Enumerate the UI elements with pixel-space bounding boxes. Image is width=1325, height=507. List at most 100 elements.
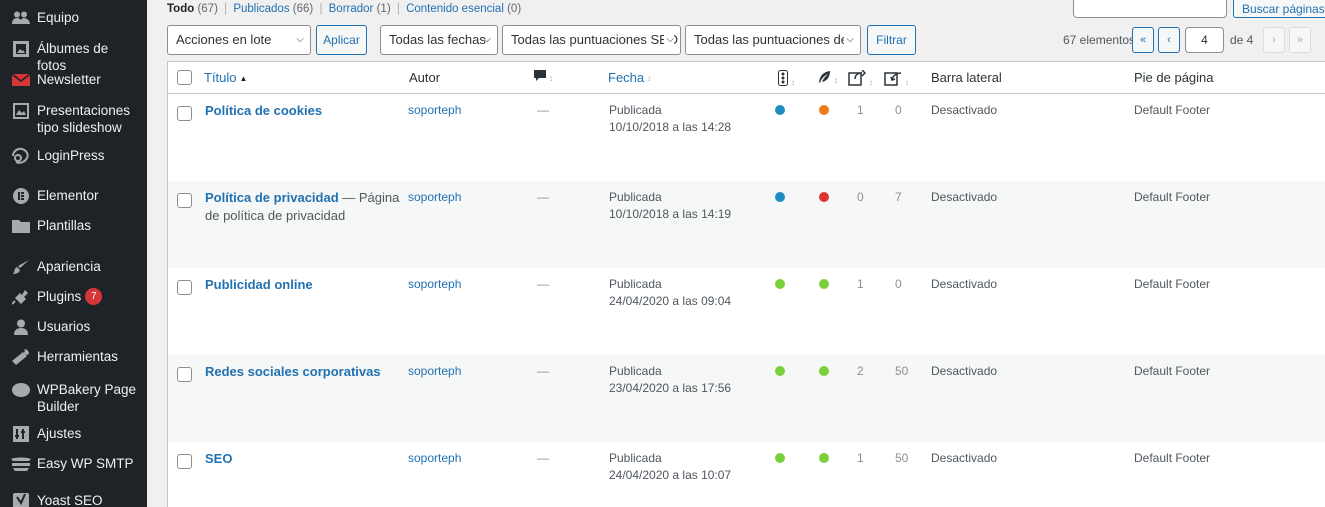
select-all-checkbox[interactable] [177, 70, 192, 85]
filter-draft[interactable]: Borrador (1) [329, 3, 391, 15]
sidebar-item-label: Apariencia [37, 259, 101, 274]
chevron-down-icon: ⌵ [664, 26, 674, 54]
row-author[interactable]: soporteph [408, 450, 461, 467]
row-date: Publicada 23/04/2020 a las 17:56 [609, 364, 732, 395]
row-sidebar: Desactivado [931, 451, 998, 465]
table-row: Política de privacidad — Página de polít… [168, 181, 1325, 268]
row-comments: — [537, 190, 549, 204]
filter-button[interactable]: Filtrar [867, 25, 916, 55]
sidebar-item-wpbakery[interactable]: WPBakery Page Builder [0, 381, 147, 415]
column-comments[interactable]: ↕ [534, 70, 553, 85]
row-outgoing-links: 0 [857, 190, 864, 204]
row-date: Publicada 10/10/2018 a las 14:28 [609, 103, 732, 134]
search-pages-button[interactable]: Buscar páginas [1233, 0, 1325, 18]
yoast-icon [11, 492, 31, 507]
row-checkbox[interactable] [177, 106, 192, 121]
row-checkbox[interactable] [177, 280, 192, 295]
comment-bubble-icon [534, 70, 546, 81]
prev-page-button[interactable]: ‹ [1158, 27, 1180, 53]
filter-all[interactable]: Todo (67) [167, 3, 218, 15]
row-title[interactable]: Política de privacidad — Página de polít… [205, 189, 400, 225]
bulk-actions-select[interactable]: Acciones en lote ⌵ [167, 25, 311, 55]
row-title[interactable]: Publicidad online [205, 276, 400, 294]
row-footer: Default Footer [1134, 103, 1211, 117]
photo-albums-icon [11, 40, 31, 58]
chevron-down-icon: ⌵ [483, 34, 491, 45]
cloud-icon [11, 381, 31, 399]
row-title[interactable]: Política de cookies [205, 102, 400, 120]
column-incoming-links[interactable]: ↕ [884, 70, 909, 89]
sidebar-item-elementor[interactable]: Elementor [0, 187, 147, 205]
column-outgoing-links[interactable]: ↕ [848, 69, 873, 89]
row-checkbox[interactable] [177, 454, 192, 469]
sidebar-item-herramientas[interactable]: Herramientas [0, 348, 147, 366]
row-incoming-links: 50 [895, 364, 909, 378]
sidebar-item-ajustes[interactable]: Ajustes [0, 425, 147, 443]
current-page-input[interactable]: 4 [1185, 27, 1224, 53]
dates-filter-select[interactable]: Todas las fechas ⌵ [380, 25, 498, 55]
sidebar-item-yoast[interactable]: Yoast SEO [0, 492, 147, 507]
row-title[interactable]: Redes sociales corporativas [205, 363, 400, 381]
row-author[interactable]: soporteph [408, 102, 461, 119]
seo-score-dot [775, 453, 785, 463]
team-icon [11, 9, 31, 27]
sidebar-item-plugins[interactable]: Plugins 7 [0, 288, 147, 306]
sidebar-item-label: Usuarios [37, 319, 91, 334]
sidebar-item-apariencia[interactable]: Apariencia [0, 258, 147, 276]
seo-score-filter-select[interactable]: Todas las puntuaciones SEO ⌵ [502, 25, 681, 55]
row-comments: — [537, 277, 549, 291]
row-incoming-links: 50 [895, 451, 909, 465]
row-incoming-links: 0 [895, 103, 902, 117]
row-outgoing-links: 2 [857, 364, 864, 378]
row-footer: Default Footer [1134, 451, 1211, 465]
readability-score-dot [819, 366, 829, 376]
readability-filter-select[interactable]: Todas las puntuaciones de ⌵ [685, 25, 861, 55]
sidebar-item-label: Equipo [37, 10, 80, 25]
sidebar-item-label: Yoast SEO [37, 493, 103, 507]
row-sidebar: Desactivado [931, 277, 998, 291]
row-checkbox[interactable] [177, 193, 192, 208]
row-footer: Default Footer [1134, 277, 1211, 291]
row-title[interactable]: SEO [205, 450, 400, 468]
row-date: Publicada 24/04/2020 a las 10:07 [609, 451, 732, 482]
items-count: 67 elementos [1063, 33, 1136, 47]
status-filter-links: Todo (67) | Publicados (66) | Borrador (… [167, 3, 522, 15]
column-readability[interactable]: ↕ [817, 70, 838, 87]
folder-icon [11, 217, 31, 235]
column-author: Autor [409, 70, 441, 85]
sidebar-item-loginpress[interactable]: LoginPress [0, 147, 147, 165]
sidebar-item-presentaciones[interactable]: Presentaciones tipo slideshow [0, 102, 147, 136]
feather-icon [819, 71, 830, 83]
column-seo-score[interactable]: ↕ [778, 70, 795, 89]
column-title[interactable]: Título ▲ [204, 70, 247, 85]
sort-icon: ↕ [869, 78, 873, 87]
column-date[interactable]: Fecha ↕ [608, 70, 651, 85]
sidebar-item-label: Álbumes de fotos [37, 41, 109, 73]
next-page-button: › [1263, 27, 1285, 53]
sidebar-item-usuarios[interactable]: Usuarios [0, 318, 147, 336]
sidebar-item-easy-wp-smtp[interactable]: Easy WP SMTP [0, 455, 147, 473]
filter-published[interactable]: Publicados (66) [233, 3, 313, 15]
wrench-icon [11, 348, 31, 366]
apply-button[interactable]: Aplicar [316, 25, 367, 55]
sidebar-item-equipo[interactable]: Equipo [0, 9, 147, 27]
sort-icon: ▲ [239, 74, 248, 83]
sidebar-item-albumes[interactable]: Álbumes de fotos [0, 40, 147, 74]
sidebar-item-label: Ajustes [37, 426, 82, 441]
row-checkbox[interactable] [177, 367, 192, 382]
sidebar-item-label: Elementor [37, 188, 99, 203]
update-count-badge: 7 [85, 288, 103, 305]
search-input[interactable] [1073, 0, 1227, 18]
sort-icon: ↕ [834, 76, 838, 85]
row-author[interactable]: soporteph [408, 189, 461, 206]
first-page-button[interactable]: « [1132, 27, 1154, 53]
row-author[interactable]: soporteph [408, 363, 461, 380]
table-row: Política de cookies soporteph — Publicad… [168, 94, 1325, 181]
row-outgoing-links: 1 [857, 103, 864, 117]
incoming-links-icon [884, 72, 902, 86]
sidebar-item-plantillas[interactable]: Plantillas [0, 217, 147, 235]
row-comments: — [537, 103, 549, 117]
sidebar-item-newsletter[interactable]: Newsletter [0, 71, 147, 89]
filter-cornerstone[interactable]: Contenido esencial (0) [406, 3, 521, 15]
row-author[interactable]: soporteph [408, 276, 461, 293]
